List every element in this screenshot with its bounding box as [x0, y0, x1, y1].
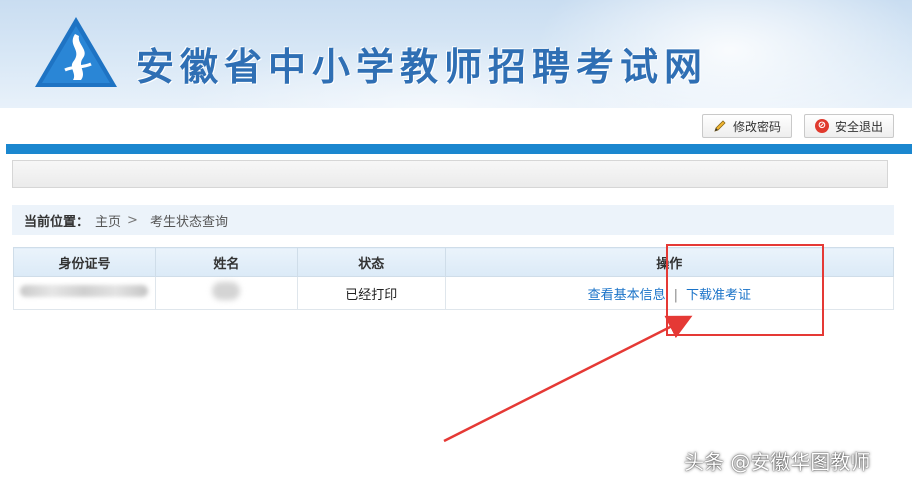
watermark-text: 头条 @安徽华图教师 [684, 450, 871, 474]
candidate-status-table: 身份证号 姓名 状态 操作 已经打印 查看基本信息 | 下载准考证 [13, 247, 895, 310]
flame-triangle-logo-icon [35, 17, 117, 87]
column-header-status: 状态 [296, 247, 446, 277]
change-password-label: 修改密码 [733, 119, 782, 134]
actions-cell: 查看基本信息 | 下载准考证 [444, 276, 895, 310]
annotation-arrow-line [443, 315, 693, 443]
column-header-id-number: 身份证号 [13, 247, 156, 277]
breadcrumb-home[interactable]: 主页 [95, 211, 121, 230]
sub-nav-strip [12, 160, 888, 188]
table-row: 已经打印 查看基本信息 | 下载准考证 [13, 276, 895, 310]
breadcrumb-separator: > [127, 212, 138, 228]
name-cell [154, 276, 298, 310]
site-title: 安徽省中小学教师招聘考试网 [136, 44, 709, 89]
column-header-actions: 操作 [444, 247, 895, 277]
main-nav-bar [6, 144, 912, 154]
breadcrumb: 当前位置： 主页 > 考生状态查询 [12, 205, 894, 235]
redacted-name [212, 282, 241, 300]
column-header-name: 姓名 [154, 247, 298, 277]
action-separator: | [673, 287, 678, 303]
site-header: 安徽省中小学教师招聘考试网 [0, 0, 912, 108]
view-basic-info-link[interactable]: 查看基本信息 [588, 288, 666, 303]
logout-button[interactable]: ⊘ 安全退出 [804, 114, 894, 138]
redacted-id-number [20, 285, 149, 297]
download-admission-ticket-link[interactable]: 下载准考证 [686, 288, 751, 303]
status-cell: 已经打印 [296, 276, 446, 310]
table-header-row: 身份证号 姓名 状态 操作 [13, 247, 895, 277]
breadcrumb-current: 考生状态查询 [149, 214, 228, 230]
logout-label: 安全退出 [835, 119, 884, 134]
account-toolbar: 修改密码 ⊘ 安全退出 [0, 108, 912, 144]
pencil-icon [714, 120, 726, 132]
stop-icon: ⊘ [815, 119, 829, 133]
breadcrumb-label: 当前位置： [24, 214, 90, 230]
id-number-cell [13, 276, 156, 310]
change-password-button[interactable]: 修改密码 [702, 114, 792, 138]
